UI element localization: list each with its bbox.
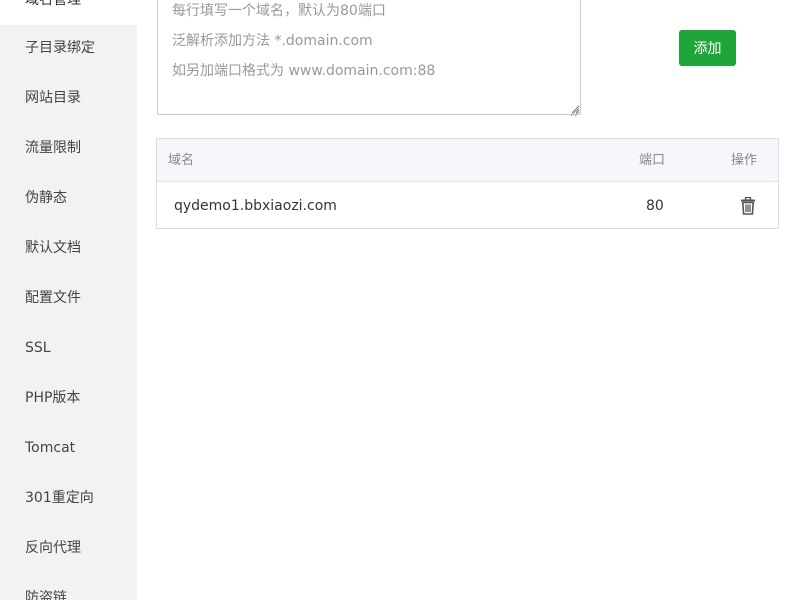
- sidebar-item-config-file[interactable]: 配置文件: [0, 273, 137, 323]
- table-header: 域名 端口 操作: [157, 139, 778, 182]
- domain-cell: qydemo1.bbxiaozi.com: [174, 198, 337, 214]
- column-header-domain: 域名: [168, 153, 195, 168]
- add-domain-button[interactable]: 添加: [679, 30, 736, 66]
- site-settings-window: 域名管理 子目录绑定 网站目录 流量限制 伪静态 默认文档 配置文件 SSL P…: [0, 0, 800, 600]
- sidebar-item-domain-management[interactable]: 域名管理: [0, 0, 137, 25]
- sidebar-item-ssl[interactable]: SSL: [0, 323, 137, 373]
- domain-input[interactable]: [157, 0, 581, 115]
- column-header-port: 端口: [639, 153, 666, 168]
- sidebar-item-php-version[interactable]: PHP版本: [0, 373, 137, 423]
- sidebar-item-rewrite[interactable]: 伪静态: [0, 173, 137, 223]
- sidebar-item-tomcat[interactable]: Tomcat: [0, 423, 137, 473]
- column-header-action: 操作: [731, 153, 758, 168]
- sidebar-item-default-document[interactable]: 默认文档: [0, 223, 137, 273]
- main-panel: 每行填写一个域名，默认为80端口 泛解析添加方法 *.domain.com 如另…: [137, 0, 800, 600]
- sidebar-item-hotlink-protection[interactable]: 防盗链: [0, 573, 137, 600]
- sidebar-item-subdirectory-binding[interactable]: 子目录绑定: [0, 23, 137, 73]
- sidebar: 域名管理 子目录绑定 网站目录 流量限制 伪静态 默认文档 配置文件 SSL P…: [0, 0, 137, 600]
- sidebar-item-site-directory[interactable]: 网站目录: [0, 73, 137, 123]
- trash-icon[interactable]: [739, 195, 757, 217]
- sidebar-item-reverse-proxy[interactable]: 反向代理: [0, 523, 137, 573]
- sidebar-item-301-redirect[interactable]: 301重定向: [0, 473, 137, 523]
- domain-table: 域名 端口 操作 qydemo1.bbxiaozi.com 80: [156, 138, 779, 229]
- table-row: qydemo1.bbxiaozi.com 80: [157, 183, 778, 228]
- port-cell: 80: [646, 198, 664, 214]
- sidebar-item-traffic-limit[interactable]: 流量限制: [0, 123, 137, 173]
